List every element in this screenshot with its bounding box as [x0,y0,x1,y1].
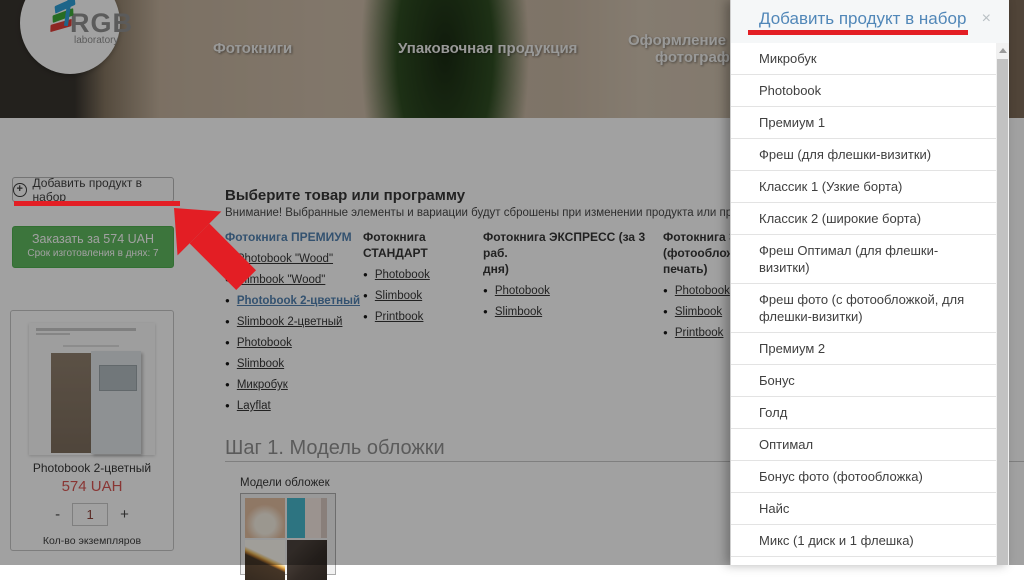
panel-product-item[interactable]: Оптимал [731,429,996,461]
annotation-red-underline-panel [748,30,968,35]
add-product-panel: Добавить продукт в набор × МикробукPhoto… [730,0,1009,565]
scroll-up-icon[interactable] [996,43,1009,58]
panel-product-item[interactable]: Photobook [731,75,996,107]
panel-product-item[interactable]: Премиум 1 [731,107,996,139]
panel-product-list: МикробукPhotobookПремиум 1Фреш (для флеш… [731,43,996,565]
panel-product-item[interactable]: Фреш (для флешки-визитки) [731,139,996,171]
close-icon[interactable]: × [982,11,991,27]
panel-product-item[interactable]: Классик 1 (Узкие борта) [731,171,996,203]
panel-product-item[interactable]: Фреш Оптимал (для флешки-визитки) [731,235,996,284]
panel-scrollbar[interactable] [996,43,1009,565]
panel-product-item[interactable]: Бонус фото (фотообложка) [731,461,996,493]
panel-product-item[interactable]: Бонус [731,365,996,397]
panel-title: Добавить продукт в набор [759,9,966,29]
panel-product-item[interactable]: Фреш фото (с фотообложкой, для флешки-ви… [731,284,996,333]
panel-product-item[interactable]: Микс (1 диск и 1 флешка) [731,525,996,557]
scrollbar-thumb[interactable] [997,59,1008,565]
panel-product-item[interactable]: Премиум 2 [731,333,996,365]
panel-header: Добавить продукт в набор × [731,0,1009,43]
panel-product-item[interactable]: Найс [731,493,996,525]
panel-product-item[interactable]: Голд [731,397,996,429]
panel-product-item[interactable]: Микробук [731,43,996,75]
panel-product-item[interactable]: Короб "Гранд" [731,557,996,565]
panel-product-item[interactable]: Классик 2 (широкие борта) [731,203,996,235]
annotation-red-underline [14,201,180,206]
